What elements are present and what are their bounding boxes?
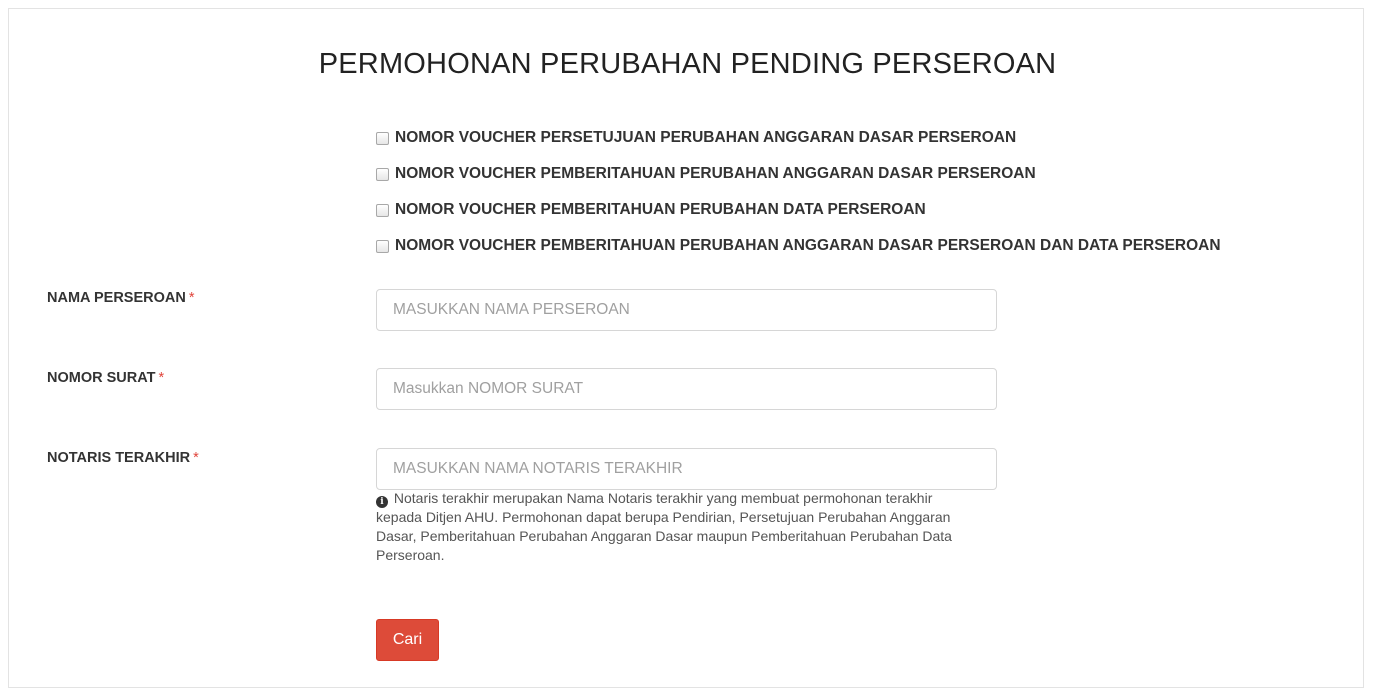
last-notary-help: i Notaris terakhir merupakan Nama Notari…	[376, 489, 976, 565]
voucher-options: NOMOR VOUCHER PERSETUJUAN PERUBAHAN ANGG…	[376, 120, 1221, 264]
last-notary-help-text: Notaris terakhir merupakan Nama Notaris …	[376, 490, 952, 563]
search-button[interactable]: Cari	[376, 619, 439, 661]
required-marker: *	[188, 290, 195, 306]
checkbox[interactable]	[376, 203, 389, 217]
letter-number-input[interactable]	[376, 368, 997, 410]
voucher-option-pemberitahuan-ad-data[interactable]: NOMOR VOUCHER PEMBERITAHUAN PERUBAHAN AN…	[376, 228, 1221, 264]
checkbox[interactable]	[376, 239, 389, 253]
voucher-option-label: NOMOR VOUCHER PERSETUJUAN PERUBAHAN ANGG…	[395, 129, 1017, 146]
voucher-option-pemberitahuan-data[interactable]: NOMOR VOUCHER PEMBERITAHUAN PERUBAHAN DA…	[376, 192, 1221, 228]
form-panel	[8, 8, 1364, 688]
voucher-option-label: NOMOR VOUCHER PEMBERITAHUAN PERUBAHAN AN…	[395, 165, 1036, 182]
required-marker: *	[158, 370, 165, 386]
company-name-label: NAMA PERSEROAN *	[47, 290, 195, 306]
letter-number-label-text: NOMOR SURAT	[47, 370, 156, 386]
voucher-option-persetujuan-ad[interactable]: NOMOR VOUCHER PERSETUJUAN PERUBAHAN ANGG…	[376, 120, 1221, 156]
checkbox[interactable]	[376, 167, 389, 181]
voucher-option-label: NOMOR VOUCHER PEMBERITAHUAN PERUBAHAN DA…	[395, 201, 926, 218]
info-circle-icon: i	[376, 496, 388, 508]
last-notary-label-text: NOTARIS TERAKHIR	[47, 450, 191, 466]
last-notary-input[interactable]	[376, 448, 997, 490]
required-marker: *	[193, 450, 199, 466]
company-name-label-text: NAMA PERSEROAN	[47, 290, 186, 306]
voucher-option-pemberitahuan-ad[interactable]: NOMOR VOUCHER PEMBERITAHUAN PERUBAHAN AN…	[376, 156, 1221, 192]
company-name-input[interactable]	[376, 289, 997, 331]
last-notary-label: NOTARIS TERAKHIR *	[47, 450, 199, 466]
voucher-option-label: NOMOR VOUCHER PEMBERITAHUAN PERUBAHAN AN…	[395, 237, 1221, 254]
letter-number-label: NOMOR SURAT *	[47, 370, 164, 386]
page-title: PERMOHONAN PERUBAHAN PENDING PERSEROAN	[318, 48, 1057, 80]
checkbox[interactable]	[376, 131, 389, 145]
